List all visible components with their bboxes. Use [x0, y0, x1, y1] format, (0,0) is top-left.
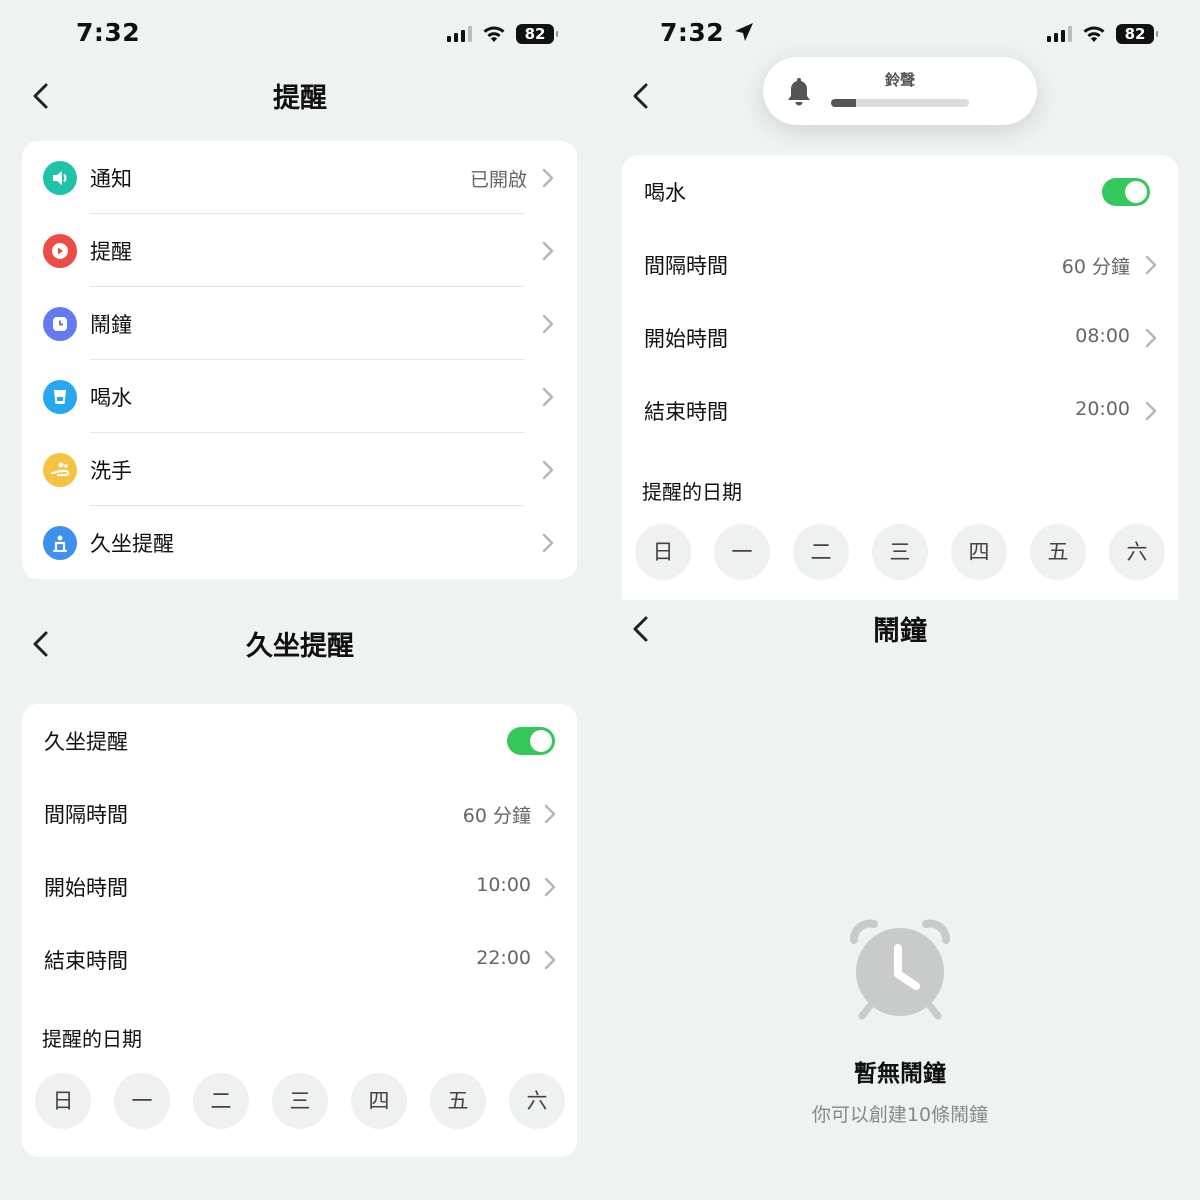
interval-row[interactable]: 間隔時間 60 分鐘	[22, 777, 577, 850]
page-title: 鬧鐘	[873, 616, 927, 647]
day-wednesday[interactable]: 三	[272, 1073, 328, 1129]
chevron-right-icon	[1145, 328, 1157, 348]
list-item-notification[interactable]: 通知 已開啟	[22, 141, 577, 214]
start-time-row[interactable]: 開始時間 08:00	[622, 301, 1178, 374]
ringer-volume-fill	[831, 99, 856, 107]
cup-icon	[43, 380, 77, 414]
day-saturday[interactable]: 六	[509, 1073, 565, 1129]
day-tuesday[interactable]: 二	[793, 524, 849, 580]
end-time-row[interactable]: 結束時間 22:00	[22, 923, 577, 996]
chevron-right-icon	[1145, 401, 1157, 421]
ringer-label: 鈴聲	[884, 71, 915, 89]
water-settings-card: 喝水 間隔時間 60 分鐘 開始時間 08:00 結束時間 20:00 提醒的日…	[622, 155, 1178, 600]
location-arrow-icon	[735, 23, 754, 41]
start-time-row[interactable]: 開始時間 10:00	[22, 850, 577, 923]
day-saturday[interactable]: 六	[1109, 524, 1165, 580]
ringer-volume-hud: 鈴聲	[763, 57, 1037, 125]
chevron-right-icon	[544, 877, 556, 897]
nav-bar: 提醒	[0, 72, 600, 122]
wifi-icon	[1083, 26, 1105, 42]
empty-state-subtitle: 你可以創建10條鬧鐘	[811, 1104, 989, 1126]
reminders-screen: 7:32 82 提醒 通知 已開啟 提醒 鬧鐘 喝水 洗手 久坐提醒	[0, 0, 600, 600]
day-friday[interactable]: 五	[1030, 524, 1086, 580]
sitting-icon	[43, 526, 77, 560]
cellular-signal-icon	[447, 26, 472, 42]
back-icon[interactable]	[626, 80, 658, 112]
day-wednesday[interactable]: 三	[872, 524, 928, 580]
water-toggle-row: 喝水	[622, 155, 1178, 228]
chevron-right-icon	[542, 241, 554, 261]
list-item-sitting-reminder[interactable]: 久坐提醒	[22, 506, 577, 579]
chevron-right-icon	[1145, 255, 1157, 275]
chevron-right-icon	[542, 460, 554, 480]
chevron-right-icon	[542, 387, 554, 407]
day-monday[interactable]: 一	[714, 524, 770, 580]
list-item-reminder[interactable]: 提醒	[22, 214, 577, 287]
interval-row[interactable]: 間隔時間 60 分鐘	[622, 228, 1178, 301]
drink-water-screen: 7:32 82 喝水 間隔時間 60 分鐘 開始時間 08:00 結束時間 20…	[600, 0, 1200, 600]
chevron-right-icon	[542, 314, 554, 334]
battery-indicator: 82	[1116, 24, 1158, 44]
empty-state-title: 暫無鬧鐘	[854, 1061, 946, 1087]
ringer-volume-bar	[831, 99, 969, 107]
day-sunday[interactable]: 日	[35, 1073, 91, 1129]
day-friday[interactable]: 五	[430, 1073, 486, 1129]
list-item-alarm[interactable]: 鬧鐘	[22, 287, 577, 360]
days-title: 提醒的日期	[642, 480, 742, 504]
wifi-icon	[483, 26, 505, 42]
chevron-right-icon	[544, 950, 556, 970]
day-monday[interactable]: 一	[114, 1073, 170, 1129]
page-title: 久坐提醒	[246, 631, 354, 662]
day-thursday[interactable]: 四	[351, 1073, 407, 1129]
nav-bar: 久坐提醒	[0, 620, 600, 670]
nav-bar: 鬧鐘	[600, 605, 1200, 655]
hand-icon	[43, 453, 77, 487]
sitting-toggle-row: 久坐提醒	[22, 704, 577, 777]
sitting-toggle[interactable]	[507, 727, 555, 755]
alarm-clock-icon	[850, 919, 950, 1020]
chevron-right-icon	[544, 804, 556, 824]
list-item-wash-hands[interactable]: 洗手	[22, 433, 577, 506]
day-thursday[interactable]: 四	[951, 524, 1007, 580]
sitting-settings-card: 久坐提醒 間隔時間 60 分鐘 開始時間 10:00 結束時間 22:00 提醒…	[22, 704, 577, 1157]
sitting-reminder-screen: 久坐提醒 久坐提醒 間隔時間 60 分鐘 開始時間 10:00 結束時間 22:…	[0, 600, 600, 1200]
day-sunday[interactable]: 日	[635, 524, 691, 580]
page-title: 提醒	[273, 83, 327, 114]
status-bar: 7:32 82	[0, 18, 600, 54]
status-time: 7:32	[660, 18, 755, 47]
status-time: 7:32	[76, 18, 141, 47]
alarm-icon	[43, 307, 77, 341]
status-bar: 7:32 82	[600, 18, 1200, 54]
speaker-icon	[43, 161, 77, 195]
battery-indicator: 82	[516, 24, 558, 44]
bell-icon	[788, 78, 810, 106]
reminders-list: 通知 已開啟 提醒 鬧鐘 喝水 洗手 久坐提醒	[22, 141, 577, 579]
list-item-drink-water[interactable]: 喝水	[22, 360, 577, 433]
chevron-right-icon	[542, 168, 554, 188]
cellular-signal-icon	[1047, 26, 1072, 42]
chevron-right-icon	[542, 533, 554, 553]
end-time-row[interactable]: 結束時間 20:00	[622, 374, 1178, 447]
water-toggle[interactable]	[1102, 178, 1150, 206]
days-title: 提醒的日期	[42, 1027, 142, 1051]
alarm-screen: 鬧鐘 暫無鬧鐘 你可以創建10條鬧鐘	[600, 600, 1200, 1200]
day-tuesday[interactable]: 二	[193, 1073, 249, 1129]
play-icon	[43, 234, 77, 268]
